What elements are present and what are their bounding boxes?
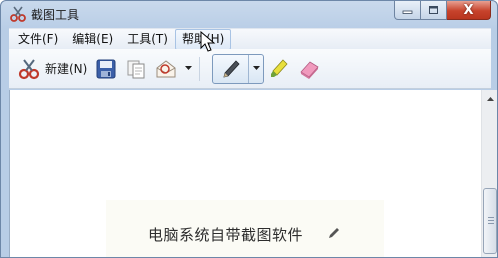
send-email-icon (156, 59, 176, 77)
pencil-icon (329, 228, 339, 238)
send-dropdown-button[interactable] (181, 54, 195, 84)
scroll-grip-line (488, 217, 494, 218)
highlighter-button[interactable] (264, 54, 294, 84)
chevron-down-icon (252, 66, 260, 70)
menu-file[interactable]: 文件(F) (11, 29, 65, 50)
eraser-button[interactable] (294, 54, 324, 84)
window-title: 截图工具 (31, 8, 80, 22)
pen-icon (223, 59, 240, 78)
minimize-button[interactable] (394, 1, 421, 20)
pen-button[interactable] (213, 54, 250, 83)
chevron-down-icon (184, 66, 192, 70)
menu-edit[interactable]: 编辑(E) (65, 29, 120, 50)
highlighter-icon (271, 58, 288, 77)
toolbar: 新建(N) (9, 49, 491, 89)
close-button[interactable]: X (447, 1, 491, 20)
menu-tools[interactable]: 工具(T) (120, 29, 175, 50)
window-controls: X (394, 1, 491, 21)
vertical-scrollbar[interactable] (481, 90, 497, 257)
pen-dropdown-button[interactable] (249, 55, 263, 83)
pen-tool-group (212, 53, 265, 84)
send-snip-button[interactable] (151, 54, 181, 84)
eraser-icon (300, 60, 319, 79)
chevron-up-icon (486, 96, 494, 101)
scissors-icon (18, 58, 40, 79)
scroll-thumb[interactable] (483, 188, 497, 254)
scissors-icon (10, 6, 26, 22)
save-button[interactable] (91, 54, 121, 84)
scroll-up-button[interactable] (482, 90, 497, 106)
minimize-icon (402, 10, 413, 14)
save-icon (96, 59, 116, 78)
menu-bar: 文件(F) 编辑(E) 工具(T) 帮助(H) (9, 28, 491, 50)
copy-button[interactable] (121, 54, 151, 84)
scroll-grip-line (488, 220, 494, 221)
mouse-cursor-icon (200, 31, 216, 52)
maximize-button[interactable] (421, 1, 447, 20)
new-snip-button[interactable]: 新建(N) (13, 54, 91, 84)
toolbar-divider (199, 56, 201, 81)
scroll-grip-line (488, 223, 494, 224)
new-snip-label: 新建(N) (45, 62, 88, 76)
copy-icon (127, 60, 145, 78)
maximize-icon (429, 6, 438, 14)
title-bar[interactable]: 截图工具 X (1, 1, 497, 27)
snipping-tool-window: 截图工具 X 文件(F) 编辑(E) 工具(T) 帮助(H) (0, 0, 498, 258)
close-icon: X (463, 2, 474, 18)
snip-caption: 电脑系统自带截图软件 (148, 226, 304, 244)
